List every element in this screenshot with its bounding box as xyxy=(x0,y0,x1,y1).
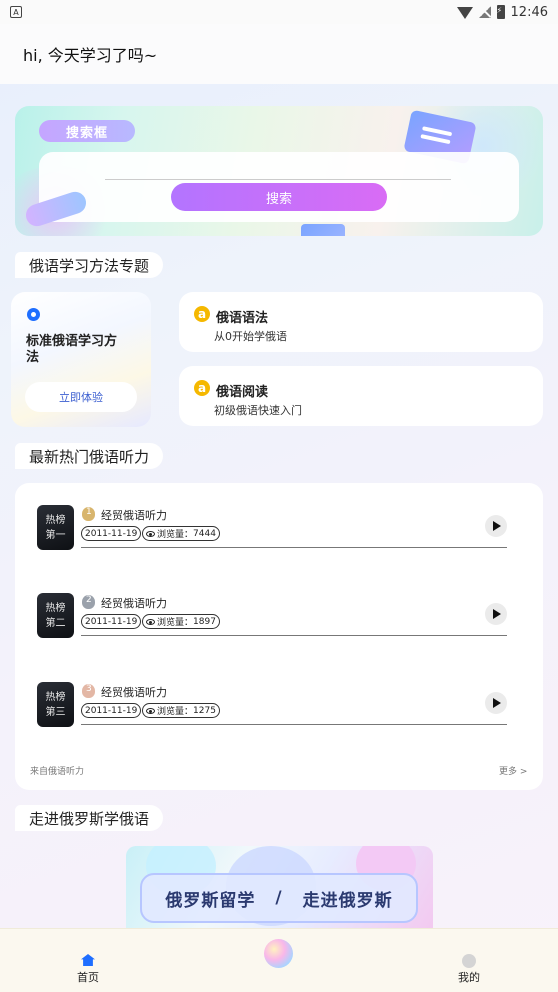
rank-thumbnail: 热榜 第三 xyxy=(37,682,74,727)
method-feature-title: 标准俄语学习方法 xyxy=(26,334,118,365)
divider xyxy=(81,724,507,725)
search-banner: 搜索框 搜索 xyxy=(15,106,543,236)
app-notification-icon: A xyxy=(10,6,22,18)
eye-icon xyxy=(146,530,155,537)
method-feature-card[interactable]: 标准俄语学习方法 立即体验 xyxy=(11,292,151,427)
views-label: 浏览量： xyxy=(157,530,194,540)
thumb-line: 热榜 xyxy=(45,602,66,614)
letter-a-icon: a xyxy=(194,380,210,396)
method-card-title: 俄语语法 xyxy=(216,311,269,326)
nav-mine-label: 我的 xyxy=(458,971,480,984)
more-link[interactable]: 更多 > xyxy=(499,764,527,777)
hot-item-title: 经贸俄语听力 xyxy=(101,509,167,522)
no-signal-icon xyxy=(478,6,491,18)
views-count: 1897 xyxy=(193,616,216,627)
profile-icon xyxy=(462,954,476,968)
banner-separator: / xyxy=(275,888,283,908)
method-card-subtitle: 从0开始学俄语 xyxy=(214,330,287,343)
eye-icon xyxy=(146,618,155,625)
nav-home-label: 首页 xyxy=(77,971,99,984)
banner-right-text: 走进俄罗斯 xyxy=(302,890,393,911)
hot-list-panel: 热榜 第一 经贸俄语听力 2011-11-19 浏览量： 7444 热榜 第二 … xyxy=(15,483,543,790)
divider xyxy=(81,635,507,636)
wifi-icon xyxy=(456,7,473,19)
russia-banner-label: 俄罗斯留学 / 走进俄罗斯 xyxy=(140,873,418,923)
silver-medal-icon xyxy=(82,595,95,609)
method-card-title: 俄语阅读 xyxy=(216,385,269,400)
letter-a-icon: a xyxy=(194,306,210,322)
method-card-grammar[interactable]: a 俄语语法 从0开始学俄语 xyxy=(179,292,543,352)
divider xyxy=(81,547,507,548)
views-count: 1275 xyxy=(193,705,216,716)
rank-thumbnail: 热榜 第一 xyxy=(37,505,74,550)
thumb-line: 第一 xyxy=(45,529,66,541)
thumb-line: 热榜 xyxy=(45,514,66,526)
views-label: 浏览量： xyxy=(157,618,194,628)
views-label: 浏览量： xyxy=(157,707,194,717)
eye-icon xyxy=(146,707,155,714)
method-card-reading[interactable]: a 俄语阅读 初级俄语快速入门 xyxy=(179,366,543,426)
views-badge: 浏览量： 1897 xyxy=(142,614,220,629)
hot-item-title: 经贸俄语听力 xyxy=(101,686,167,699)
play-button[interactable] xyxy=(485,603,507,625)
search-button[interactable]: 搜索 xyxy=(171,183,387,211)
thumb-line: 热榜 xyxy=(45,691,66,703)
battery-charging-icon xyxy=(496,5,505,19)
greeting-text: hi, 今天学习了吗~ xyxy=(23,46,158,65)
center-orb-button[interactable] xyxy=(264,939,293,968)
search-card: 搜索 xyxy=(39,152,519,222)
try-now-button[interactable]: 立即体验 xyxy=(25,382,137,412)
rank-thumbnail: 热榜 第二 xyxy=(37,593,74,638)
status-bar: A 12:46 xyxy=(0,0,558,24)
hot-source-label: 来自俄语听力 xyxy=(30,767,85,777)
views-badge: 浏览量： 7444 xyxy=(142,526,220,541)
russia-banner[interactable]: 俄罗斯留学 / 走进俄罗斯 xyxy=(126,846,433,930)
thumb-line: 第三 xyxy=(45,706,66,718)
search-box-tag: 搜索框 xyxy=(39,120,135,142)
date-badge: 2011-11-19 xyxy=(81,526,142,541)
search-input[interactable] xyxy=(105,160,451,180)
section-title-russia: 走进俄罗斯学俄语 xyxy=(15,805,164,831)
top-header: hi, 今天学习了吗~ xyxy=(0,24,558,84)
nav-home[interactable]: 首页 xyxy=(58,929,118,992)
folder-icon xyxy=(301,224,345,236)
banner-left-text: 俄罗斯留学 xyxy=(165,890,256,911)
section-title-methods: 俄语学习方法专题 xyxy=(15,252,164,278)
status-time: 12:46 xyxy=(510,4,548,20)
bronze-medal-icon xyxy=(82,684,95,698)
section-title-hot: 最新热门俄语听力 xyxy=(15,443,164,469)
home-icon xyxy=(81,954,95,966)
hot-list-item[interactable]: 热榜 第二 经贸俄语听力 2011-11-19 浏览量： 1897 xyxy=(37,593,507,651)
play-button[interactable] xyxy=(485,515,507,537)
gold-medal-icon xyxy=(82,507,95,521)
hot-item-title: 经贸俄语听力 xyxy=(101,597,167,610)
date-badge: 2011-11-19 xyxy=(81,703,142,718)
eye-icon xyxy=(27,308,40,321)
hot-list-item[interactable]: 热榜 第三 经贸俄语听力 2011-11-19 浏览量： 1275 xyxy=(37,682,507,740)
date-badge: 2011-11-19 xyxy=(81,614,142,629)
nav-mine[interactable]: 我的 xyxy=(439,929,499,992)
views-count: 7444 xyxy=(193,528,216,539)
thumb-line: 第二 xyxy=(45,617,66,629)
hot-list-item[interactable]: 热榜 第一 经贸俄语听力 2011-11-19 浏览量： 7444 xyxy=(37,505,507,563)
views-badge: 浏览量： 1275 xyxy=(142,703,220,718)
method-card-subtitle: 初级俄语快速入门 xyxy=(214,404,302,417)
play-button[interactable] xyxy=(485,692,507,714)
